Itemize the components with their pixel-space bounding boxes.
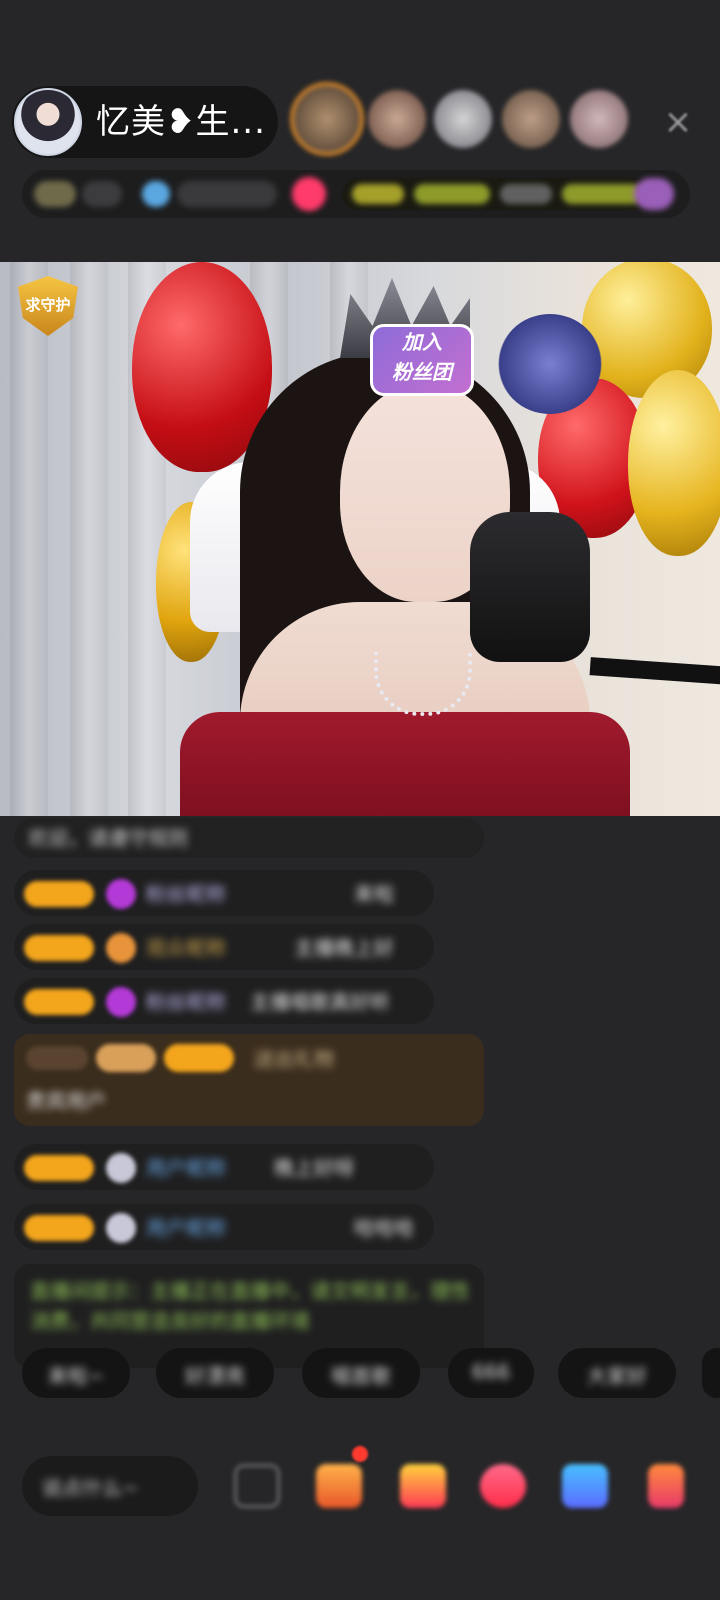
tag <box>562 184 642 204</box>
chat-username[interactable]: 粉丝昵称 <box>146 989 226 1015</box>
quick-reply-label: 666 <box>471 1360 511 1384</box>
quick-reply-1[interactable]: 来啦~ <box>22 1348 130 1398</box>
emoji-icon[interactable] <box>234 1464 280 1508</box>
chat-message[interactable]: 粉丝昵称 来啦 <box>14 870 434 916</box>
tag <box>352 184 404 204</box>
chat-text: 来啦 <box>354 882 394 906</box>
user-avatar <box>106 1213 136 1243</box>
chat-message[interactable]: 观众昵称 主播晚上好 <box>14 924 434 970</box>
chat-message[interactable]: 用户昵称 哈哈哈 <box>14 1204 434 1250</box>
chat-username[interactable]: 观众昵称 <box>146 935 226 961</box>
gift-icon[interactable] <box>648 1464 684 1508</box>
gold-balloon <box>628 370 720 556</box>
viewer-avatar[interactable] <box>434 90 492 148</box>
vip-chat-username[interactable]: 贵宾用户 <box>26 1086 106 1116</box>
system-notice-text: 欢迎，请遵守规则 <box>28 826 188 850</box>
level-badge <box>24 1155 94 1181</box>
level-badge <box>164 1044 234 1072</box>
quick-reply-more[interactable] <box>702 1348 720 1398</box>
quick-reply-2[interactable]: 好漂亮 <box>156 1348 274 1398</box>
chat-username[interactable]: 粉丝昵称 <box>146 881 226 907</box>
info-text <box>82 181 122 207</box>
rank-badge[interactable] <box>34 181 76 207</box>
chat-text: 主播晚上好 <box>294 936 394 960</box>
curtain-fold <box>70 262 108 816</box>
tag <box>500 184 552 204</box>
fan-badge-line2: 粉丝团 <box>392 360 452 384</box>
chat-message[interactable]: 粉丝昵称 主播唱歌真好听 <box>14 978 434 1024</box>
quick-reply-3[interactable]: 唱首歌 <box>302 1348 420 1398</box>
quick-reply-4[interactable]: 666 <box>448 1348 534 1398</box>
viewer-avatar[interactable] <box>570 90 628 148</box>
chat-input[interactable]: 说点什么~ <box>22 1456 198 1516</box>
game-icon[interactable] <box>562 1464 608 1508</box>
dress <box>180 712 630 816</box>
notification-dot <box>352 1446 368 1462</box>
level-badge <box>24 935 94 961</box>
chat-text: 晚上好呀 <box>274 1156 354 1180</box>
vip-level-badge <box>96 1044 156 1072</box>
room-info-bar[interactable] <box>22 170 690 218</box>
viewer-avatar[interactable] <box>502 90 560 148</box>
info-text <box>177 181 277 207</box>
announcement-text: 直播间提示：主播正在直播中，请文明发言，理性消费，共同营造良好的直播环境 <box>30 1279 470 1333</box>
guard-badge-label: 求守护 <box>25 296 71 314</box>
red-envelope-icon[interactable] <box>400 1464 446 1508</box>
hot-badge-icon[interactable] <box>292 177 326 211</box>
chat-input-placeholder: 说点什么~ <box>42 1476 139 1500</box>
quick-reply-label: 好漂亮 <box>185 1364 245 1388</box>
more-icon[interactable] <box>634 178 674 210</box>
microphone <box>470 512 590 662</box>
vip-chat-text: 送出礼物 <box>254 1047 334 1071</box>
system-notice: 欢迎，请遵守规则 <box>14 818 484 858</box>
gift-box-icon[interactable] <box>316 1464 362 1508</box>
viewer-avatar[interactable] <box>368 90 426 148</box>
quick-reply-5[interactable]: 大家好 <box>558 1348 676 1398</box>
quick-reply-label: 大家好 <box>587 1364 647 1388</box>
host-info-pill[interactable]: 忆美❥生... <box>12 86 278 158</box>
vip-chat-message[interactable]: 送出礼物 贵宾用户 <box>14 1034 484 1126</box>
chat-message[interactable]: 用户昵称 晚上好呀 <box>14 1144 434 1190</box>
chat-text: 主播唱歌真好听 <box>250 990 390 1014</box>
quick-reply-label: 唱首歌 <box>331 1364 391 1388</box>
medal-icon <box>106 933 136 963</box>
chat-text: 哈哈哈 <box>354 1216 414 1240</box>
quick-reply-label: 来啦~ <box>47 1364 105 1388</box>
level-badge <box>24 881 94 907</box>
diamond-icon <box>106 879 136 909</box>
live-video[interactable]: 求守护 加入 粉丝团 <box>0 262 720 816</box>
level-badge <box>24 1215 94 1241</box>
vip-badge <box>26 1046 88 1070</box>
curtain-fold <box>10 262 48 816</box>
level-badge <box>24 989 94 1015</box>
hot-icon[interactable] <box>480 1464 526 1508</box>
tag-strip[interactable] <box>342 178 662 210</box>
tag <box>414 184 490 204</box>
close-icon[interactable]: × <box>660 104 696 140</box>
chat-username[interactable]: 用户昵称 <box>146 1155 226 1181</box>
host-name: 忆美❥生... <box>96 102 266 142</box>
activity-icon[interactable] <box>142 181 170 207</box>
viewer-avatar[interactable] <box>290 82 364 156</box>
join-fan-club-badge[interactable]: 加入 粉丝团 <box>370 324 474 396</box>
diamond-icon <box>106 987 136 1017</box>
user-avatar <box>106 1153 136 1183</box>
fan-badge-line1: 加入 <box>402 330 442 354</box>
host-avatar[interactable] <box>14 88 82 156</box>
chat-username[interactable]: 用户昵称 <box>146 1215 226 1241</box>
viewer-avatar-list <box>290 82 650 162</box>
